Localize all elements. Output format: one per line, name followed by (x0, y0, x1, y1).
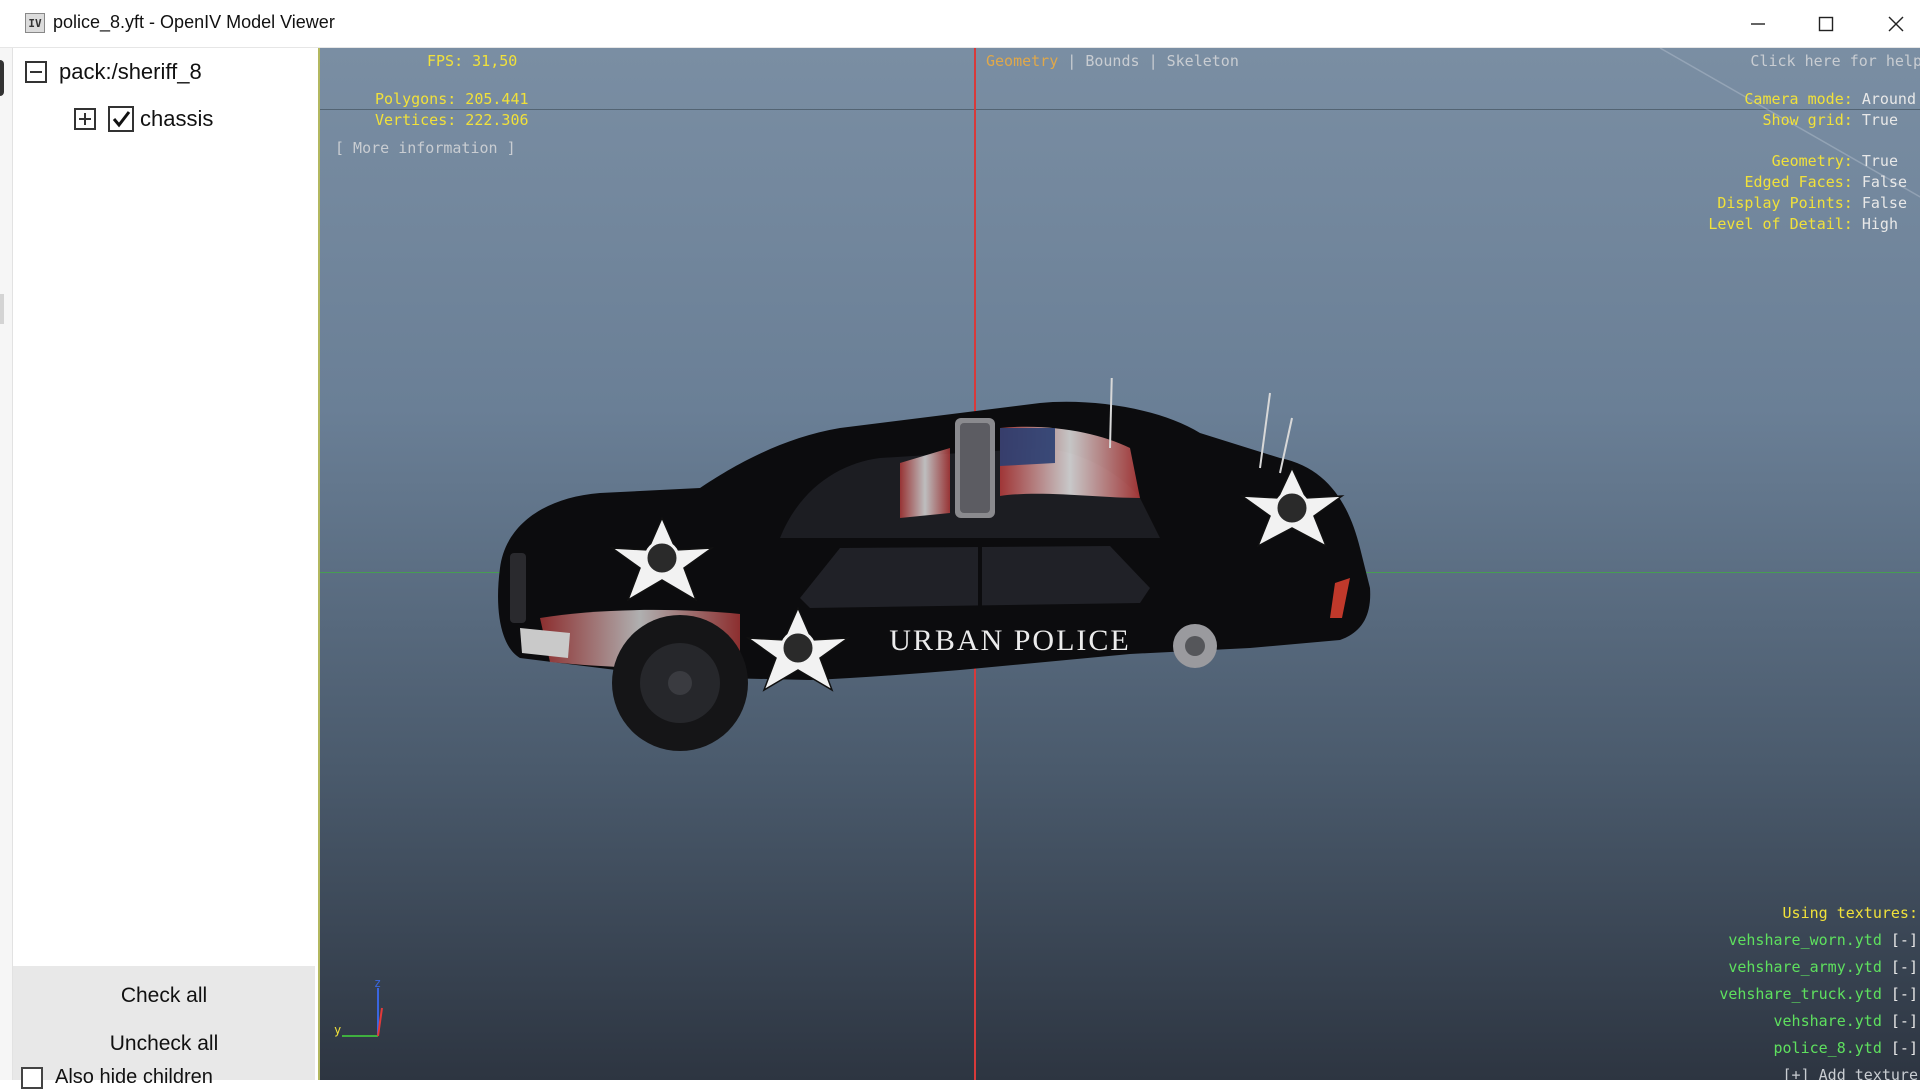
show-grid-value[interactable]: True (1862, 111, 1898, 129)
tree-root-label[interactable]: pack:/sheriff_8 (59, 59, 202, 85)
edged-faces-value[interactable]: False (1862, 173, 1907, 191)
maximize-icon (1818, 16, 1834, 31)
texture-name[interactable]: vehshare_truck.ytd (1719, 985, 1882, 1003)
openiv-app-icon: IV (25, 13, 45, 33)
camera-mode-value[interactable]: Around (1862, 90, 1916, 108)
title-bar: IV police_8.yft - OpenIV Model Viewer (0, 0, 1920, 48)
mode-skeleton[interactable]: Skeleton (1167, 52, 1239, 70)
tree-item-label[interactable]: chassis (140, 106, 213, 132)
texture-row: vehshare_worn.ytd [-] (1728, 931, 1918, 949)
texture-name[interactable]: vehshare_army.ytd (1728, 958, 1882, 976)
texture-name[interactable]: vehshare.ytd (1774, 1012, 1882, 1030)
geometry-setting[interactable]: Geometry: True (1772, 152, 1898, 170)
sidebar-footer: Check all Uncheck all Also hide children (13, 966, 315, 1089)
texture-row: vehshare.ytd [-] (1774, 1012, 1919, 1030)
texture-remove-button[interactable]: [-] (1891, 985, 1918, 1003)
mode-separator: | (1148, 52, 1158, 70)
geometry-label: Geometry: (1771, 152, 1853, 170)
geometry-value[interactable]: True (1862, 152, 1898, 170)
edge-tab (0, 60, 4, 96)
edge-mark (0, 294, 4, 324)
help-link[interactable]: Click here for help (1750, 52, 1920, 70)
display-points-setting[interactable]: Display Points: False (1717, 194, 1907, 212)
mode-geometry[interactable]: Geometry (986, 52, 1058, 70)
vertices-readout: Vertices: 222.306 (375, 111, 529, 129)
model-tree-panel: pack:/sheriff_8 chassis Check all Unchec… (12, 48, 315, 1089)
texture-remove-button[interactable]: [-] (1891, 958, 1918, 976)
close-icon (1888, 16, 1904, 31)
texture-row: vehshare_truck.ytd [-] (1719, 985, 1918, 1003)
mode-separator: | (1067, 52, 1077, 70)
minimize-icon (1751, 22, 1765, 25)
check-all-button[interactable]: Check all (13, 974, 315, 1018)
texture-row: vehshare_army.ytd [-] (1728, 958, 1918, 976)
level-of-detail-label: Level of Detail: (1708, 215, 1853, 233)
level-of-detail-setting[interactable]: Level of Detail: High (1708, 215, 1898, 233)
texture-remove-button[interactable]: [-] (1891, 1012, 1918, 1030)
also-hide-children-checkbox[interactable] (21, 1066, 43, 1089)
uncheck-all-button[interactable]: Uncheck all (13, 1022, 315, 1066)
more-information-link[interactable]: [ More information ] (335, 139, 516, 157)
minimize-button[interactable] (1724, 0, 1792, 47)
texture-row: police_8.ytd [-] (1774, 1039, 1919, 1057)
display-points-value[interactable]: False (1862, 194, 1907, 212)
mode-bounds[interactable]: Bounds (1085, 52, 1139, 70)
checkmark-icon (112, 111, 131, 128)
axis-y-label: y (334, 1023, 341, 1037)
model-viewport[interactable]: URBAN POLICE FPS: 31,50 Polygons: 205.44… (318, 48, 1920, 1080)
level-of-detail-value[interactable]: High (1862, 215, 1898, 233)
view-mode-switch: Geometry | Bounds | Skeleton (986, 52, 1239, 70)
camera-mode-label: Camera mode: (1744, 90, 1853, 108)
chassis-checkbox[interactable] (108, 106, 134, 132)
axis-gizmo-icon: z y (334, 978, 383, 1037)
add-texture-button[interactable]: [+] Add texture (1783, 1066, 1918, 1080)
police-car-model: URBAN POLICE (498, 378, 1371, 751)
texture-remove-button[interactable]: [-] (1891, 931, 1918, 949)
edged-faces-setting[interactable]: Edged Faces: False (1744, 173, 1907, 191)
axis-z-label: z (374, 978, 381, 990)
tree-item-chassis: chassis (74, 106, 213, 132)
window-title: police_8.yft - OpenIV Model Viewer (53, 12, 335, 32)
polygons-readout: Polygons: 205.441 (375, 90, 529, 108)
using-textures-heading: Using textures: (1782, 904, 1918, 922)
collapse-icon[interactable] (25, 61, 47, 83)
close-button[interactable] (1862, 0, 1920, 47)
texture-remove-button[interactable]: [-] (1891, 1039, 1918, 1057)
texture-name[interactable]: vehshare_worn.ytd (1728, 931, 1882, 949)
window-edge (0, 48, 12, 1080)
livery-text: URBAN POLICE (889, 624, 1131, 657)
camera-mode-setting[interactable]: Camera mode: Around (1744, 90, 1916, 108)
also-hide-children-label[interactable]: Also hide children (55, 1066, 213, 1089)
fps-readout: FPS: 31,50 (427, 52, 518, 70)
show-grid-setting[interactable]: Show grid: True (1763, 111, 1898, 129)
expand-icon[interactable] (74, 108, 96, 130)
maximize-button[interactable] (1792, 0, 1860, 47)
also-hide-children-row: Also hide children (21, 1066, 213, 1089)
texture-name[interactable]: police_8.ytd (1774, 1039, 1882, 1057)
edged-faces-label: Edged Faces: (1744, 173, 1853, 191)
tree-root-row: pack:/sheriff_8 (25, 59, 202, 85)
show-grid-label: Show grid: (1762, 111, 1853, 129)
display-points-label: Display Points: (1717, 194, 1853, 212)
